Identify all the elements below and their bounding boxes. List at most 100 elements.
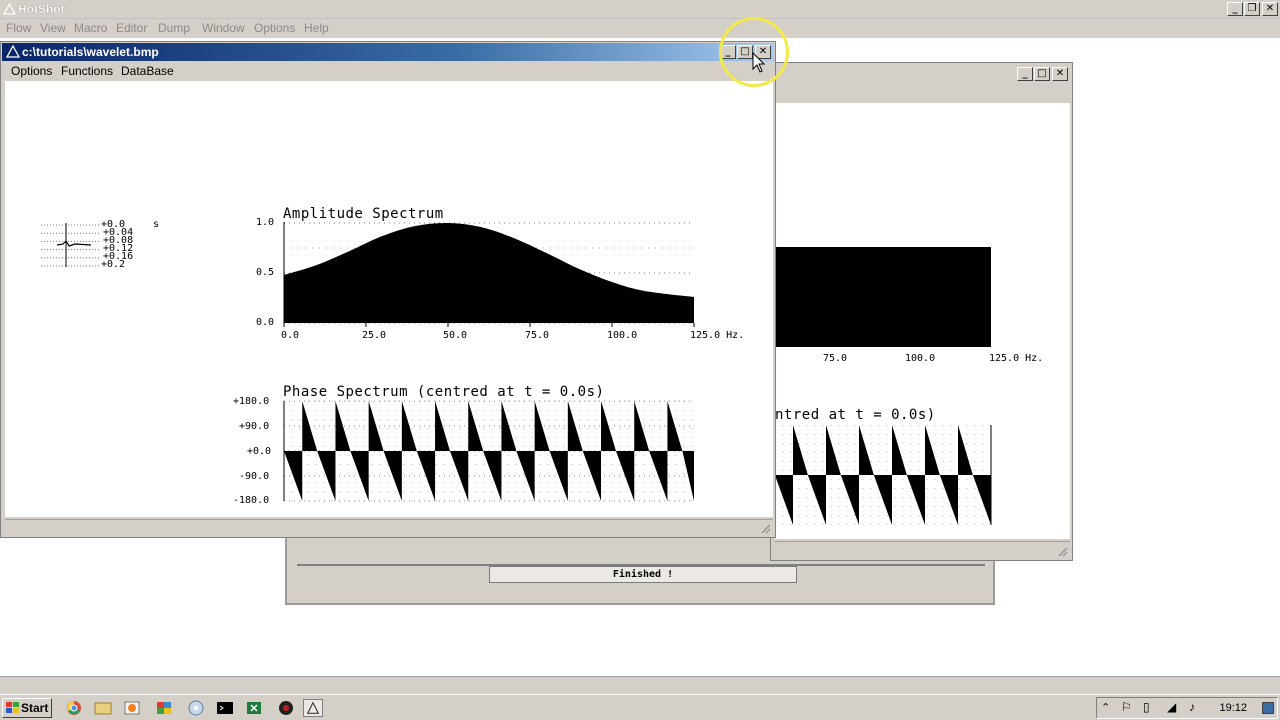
trace-time-label-5: +0.2 <box>101 259 126 270</box>
amp-y-tick-1: 1.0 <box>256 217 275 228</box>
app-restore-button[interactable]: ❐ <box>1244 2 1260 16</box>
network-icon[interactable]: ◢ <box>1167 700 1176 714</box>
wavelet-canvas: +0.0 +0.04 +0.08 +0.12 +0.16 +0.2 s Ampl… <box>5 81 773 517</box>
wavelet-status-bar <box>5 519 773 536</box>
phase-mark-upper <box>335 401 351 451</box>
wavelet-window-title-bar[interactable]: c:\tutorials\wavelet.bmp _ □ ✕ <box>2 43 774 61</box>
menu-view[interactable]: View <box>40 21 66 35</box>
start-button[interactable]: Start <box>2 698 52 718</box>
phase-title: Phase Spectrum (centred at t = 0.0s) <box>283 384 605 400</box>
back-window-status-bar <box>775 541 1070 559</box>
amplitude-area <box>284 222 694 323</box>
folder-icon[interactable] <box>93 699 113 717</box>
phase-mark-upper <box>534 401 550 451</box>
app-title-bar[interactable]: HotShot _ ❐ ✕ <box>0 0 1280 19</box>
back-phase-title: ntred at t = 0.0s) <box>775 407 936 423</box>
amp-x-tick-100: 100.0 <box>607 330 638 341</box>
amp-y-tick-0: 0.0 <box>256 317 275 328</box>
disc-icon[interactable] <box>186 699 206 717</box>
back-x-tick-100: 100.0 <box>905 353 936 364</box>
back-phase-mark-lower <box>972 475 991 525</box>
phase-mark-upper <box>368 401 384 451</box>
app-minimize-button[interactable]: _ <box>1227 2 1243 16</box>
finished-status: Finished ! <box>489 566 797 583</box>
phase-mark-lower <box>483 451 502 501</box>
menu-macro[interactable]: Macro <box>74 21 107 35</box>
menu-options[interactable]: Options <box>254 21 295 35</box>
app-title: HotShot <box>18 2 65 16</box>
phase-mark-lower <box>549 451 568 501</box>
phase-mark-upper <box>468 401 484 451</box>
back-phase-mark-upper <box>925 425 940 475</box>
back-phase-mark-lower <box>939 475 958 525</box>
terminal-icon[interactable] <box>215 699 235 717</box>
menu-dump[interactable]: Dump <box>158 21 190 35</box>
excel-icon[interactable] <box>244 699 264 717</box>
menu-editor[interactable]: Editor <box>116 21 147 35</box>
menu-help[interactable]: Help <box>304 21 329 35</box>
app-icon-colorful[interactable] <box>154 699 174 717</box>
app-close-button[interactable]: ✕ <box>1262 2 1278 16</box>
back-minimize-button[interactable]: _ <box>1017 67 1033 81</box>
back-phase-mark-lower <box>906 475 925 525</box>
triangle-doc-icon <box>6 45 20 58</box>
amp-x-tick-75: 75.0 <box>525 330 550 341</box>
menu-item-database[interactable]: DataBase <box>121 64 174 78</box>
hotshot-task-icon[interactable] <box>303 699 323 717</box>
system-tray: ⌃ ⚐ ▯ ◢ ♪ 19:12 <box>1096 697 1278 719</box>
phase-mark-upper <box>601 401 616 451</box>
menu-item-functions[interactable]: Functions <box>61 64 113 78</box>
volume-icon[interactable]: ♪ <box>1189 700 1195 714</box>
phase-y-tick-90: +90.0 <box>239 421 270 432</box>
media-player-icon[interactable] <box>122 699 142 717</box>
back-plots <box>774 247 992 525</box>
power-icon[interactable]: ▯ <box>1143 700 1150 714</box>
back-x-tick-75: 75.0 <box>823 353 848 364</box>
phase-mark-lower <box>615 451 635 501</box>
hotshot-application: HotShot _ ❐ ✕ Flow View Macro Editor Dum… <box>0 0 1280 720</box>
back-x-tick-125: 125.0 Hz. <box>989 353 1044 364</box>
clock: 19:12 <box>1219 702 1247 714</box>
phase-mark-lower <box>284 451 303 501</box>
phase-y-tick-neg90: -90.0 <box>239 471 270 482</box>
wavelet-window[interactable]: c:\tutorials\wavelet.bmp _ □ ✕ Options F… <box>0 41 776 538</box>
show-desktop-icon[interactable] <box>1262 702 1274 714</box>
windows-logo-icon <box>6 702 19 713</box>
back-close-button[interactable]: ✕ <box>1052 67 1068 81</box>
menu-flow[interactable]: Flow <box>6 21 31 35</box>
back-maximize-button[interactable]: □ <box>1034 67 1050 81</box>
wavelet-window-title: c:\tutorials\wavelet.bmp <box>22 45 159 59</box>
back-phase-mark-upper <box>958 425 973 475</box>
back-phase-mark-lower <box>873 475 892 525</box>
flag-icon[interactable]: ⚐ <box>1121 700 1132 714</box>
amp-x-tick-25: 25.0 <box>362 330 387 341</box>
media-record-icon[interactable] <box>276 699 296 717</box>
back-window-title-bar[interactable]: _ □ ✕ <box>771 63 1072 84</box>
triangle-app-icon <box>3 3 16 15</box>
mouse-cursor-icon <box>752 52 766 73</box>
back-phase-mark-lower <box>774 475 793 525</box>
back-window-canvas: 75.0 100.0 125.0 Hz. ntred at t = 0.0s) <box>774 103 1070 539</box>
back-amplitude-area <box>775 247 991 347</box>
amp-x-tick-50: 50.0 <box>443 330 468 341</box>
phase-y-tick-neg180: -180.0 <box>233 495 270 506</box>
back-phase-mark-upper <box>826 425 841 475</box>
back-phase-mark-lower <box>840 475 859 525</box>
menu-window[interactable]: Window <box>202 21 245 35</box>
resize-grip-icon[interactable] <box>1056 545 1068 557</box>
back-phase-mark-upper <box>892 425 907 475</box>
taskbar: Start ⌃ ⚐ ▯ ◢ ♪ 19:12 <box>0 694 1280 720</box>
resize-grip-icon[interactable] <box>759 522 771 534</box>
back-phase-plot <box>774 425 992 525</box>
menu-item-options[interactable]: Options <box>11 64 52 78</box>
phase-mark-lower <box>582 451 602 501</box>
tray-expand-icon[interactable]: ⌃ <box>1101 701 1110 714</box>
back-phase-mark-upper <box>859 425 874 475</box>
amplitude-title: Amplitude Spectrum <box>283 206 444 222</box>
phase-mark-upper <box>634 401 650 451</box>
trace-unit: s <box>153 219 160 230</box>
chrome-icon[interactable] <box>64 699 84 717</box>
phase-area <box>284 401 694 501</box>
phase-mark-upper <box>435 401 450 451</box>
back-wavelet-window[interactable]: _ □ ✕ 75.0 100.0 125.0 Hz. ntred at t = … <box>770 62 1073 561</box>
